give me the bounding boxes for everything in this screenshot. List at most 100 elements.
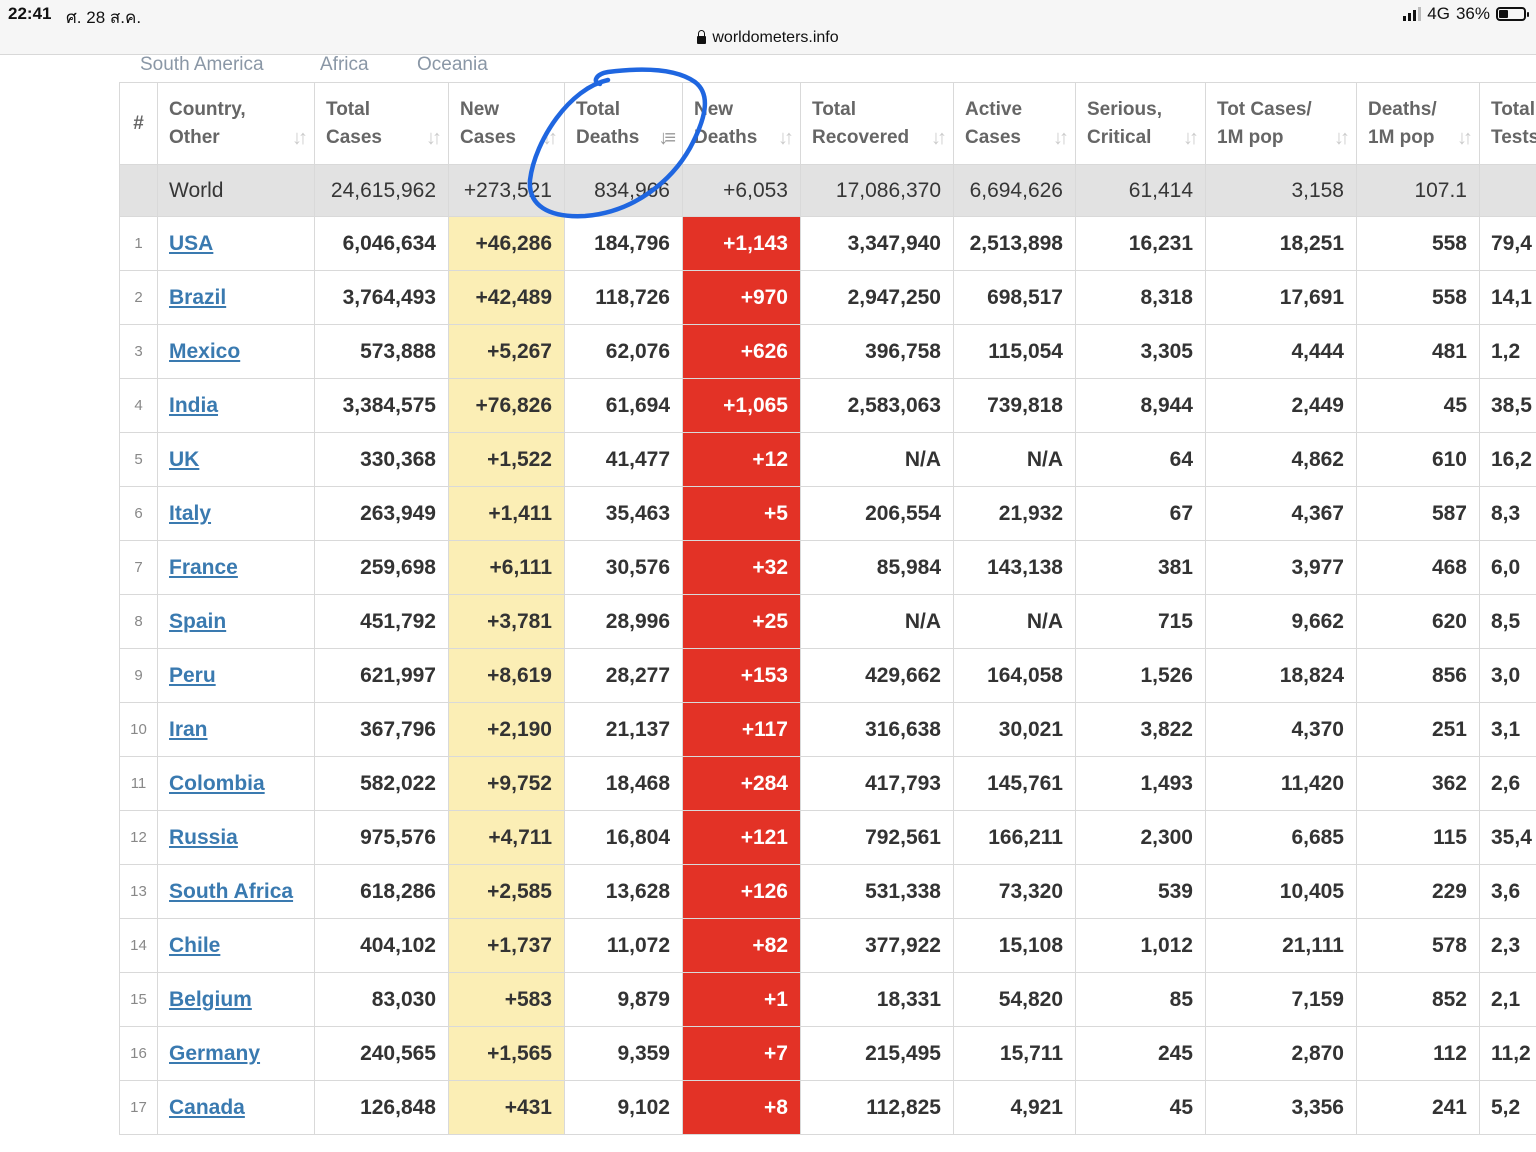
sort-icon[interactable]: ↓↑: [542, 124, 558, 152]
country-link[interactable]: Colombia: [169, 772, 265, 795]
deaths-1m-cell: 852: [1356, 972, 1480, 1027]
deaths-1m-cell: 620: [1356, 594, 1480, 649]
table-row: 14 Chile 404,102 +1,737 11,072 +82 377,922 15,1…: [119, 918, 1536, 973]
new-cases-cell: +1,411: [448, 486, 565, 541]
country-link[interactable]: Peru: [169, 664, 216, 687]
active-cases-cell: 145,761: [953, 756, 1076, 811]
total-deaths-cell: 62,076: [564, 324, 683, 379]
address-bar[interactable]: worldometers.info: [0, 28, 1536, 55]
deaths-1m-cell: 468: [1356, 540, 1480, 595]
header-tot-cases-1m[interactable]: Tot Cases/1M pop ↓↑: [1205, 82, 1357, 165]
country-link[interactable]: UK: [169, 448, 199, 471]
country-link[interactable]: Germany: [169, 1042, 260, 1065]
table-row: 15 Belgium 83,030 +583 9,879 +1 18,331 54,820 85…: [119, 972, 1536, 1027]
deaths-1m-cell: 856: [1356, 648, 1480, 703]
serious-cell: 245: [1075, 1026, 1206, 1081]
sort-icon[interactable]: ↓↑: [1183, 124, 1199, 152]
active-cases-cell: 73,320: [953, 864, 1076, 919]
url-display[interactable]: worldometers.info: [697, 28, 839, 47]
country-link[interactable]: Russia: [169, 826, 238, 849]
country-link[interactable]: South Africa: [169, 880, 293, 903]
header-total-tests[interactable]: Total Tests: [1479, 82, 1536, 165]
sort-desc-icon[interactable]: ↓≡: [658, 124, 676, 152]
status-date: ศ. 28 ส.ค.: [66, 8, 142, 27]
country-link[interactable]: Spain: [169, 610, 226, 633]
header-total-cases[interactable]: Total Cases ↓↑: [314, 82, 449, 165]
total-recovered-cell: 3,347,940: [800, 216, 954, 271]
header-country[interactable]: Country, Other ↓↑: [157, 82, 315, 165]
country-link[interactable]: Brazil: [169, 286, 226, 309]
world-total-tests: [1479, 164, 1536, 217]
header-new-cases[interactable]: New Cases ↓↑: [448, 82, 565, 165]
row-index: 13: [119, 864, 158, 919]
new-deaths-cell: +5: [682, 486, 801, 541]
world-total-recovered: 17,086,370: [800, 164, 954, 217]
total-cases-cell: 83,030: [314, 972, 449, 1027]
row-index: 16: [119, 1026, 158, 1081]
table-row: 12 Russia 975,576 +4,711 16,804 +121 792,561 16…: [119, 810, 1536, 865]
country-cell: Germany: [157, 1026, 315, 1081]
country-link[interactable]: Chile: [169, 934, 220, 957]
country-link[interactable]: USA: [169, 232, 213, 255]
total-recovered-cell: 792,561: [800, 810, 954, 865]
total-deaths-cell: 28,277: [564, 648, 683, 703]
header-deaths-1m[interactable]: Deaths/1M pop ↓↑: [1356, 82, 1480, 165]
country-cell: USA: [157, 216, 315, 271]
country-link[interactable]: Canada: [169, 1096, 245, 1119]
sort-icon[interactable]: ↓↑: [292, 124, 308, 152]
country-link[interactable]: Italy: [169, 502, 211, 525]
table-row: 5 UK 330,368 +1,522 41,477 +12 N/A N/A 64 4,862 61…: [119, 432, 1536, 487]
header-serious-critical[interactable]: Serious, Critical ↓↑: [1075, 82, 1206, 165]
country-cell: Iran: [157, 702, 315, 757]
total-recovered-cell: 531,338: [800, 864, 954, 919]
total-tests-cell: 3,1: [1479, 702, 1536, 757]
total-deaths-cell: 13,628: [564, 864, 683, 919]
header-new-deaths[interactable]: New Deaths ↓↑: [682, 82, 801, 165]
serious-cell: 539: [1075, 864, 1206, 919]
deaths-1m-cell: 558: [1356, 270, 1480, 325]
row-index: 9: [119, 648, 158, 703]
world-tot-cases-1m: 3,158: [1205, 164, 1357, 217]
sort-icon[interactable]: ↓↑: [1457, 124, 1473, 152]
total-recovered-cell: 206,554: [800, 486, 954, 541]
country-link[interactable]: Mexico: [169, 340, 240, 363]
total-cases-cell: 240,565: [314, 1026, 449, 1081]
row-index: 3: [119, 324, 158, 379]
country-cell: Russia: [157, 810, 315, 865]
serious-cell: 8,318: [1075, 270, 1206, 325]
serious-cell: 64: [1075, 432, 1206, 487]
header-total-deaths[interactable]: Total Deaths ↓≡: [564, 82, 683, 165]
row-index: 17: [119, 1080, 158, 1135]
sort-icon[interactable]: ↓↑: [778, 124, 794, 152]
country-link[interactable]: India: [169, 394, 218, 417]
header-row: # Country, Other ↓↑ Total Cases ↓↑ New Cases ↓…: [119, 82, 1536, 165]
new-deaths-cell: +25: [682, 594, 801, 649]
new-cases-cell: +1,565: [448, 1026, 565, 1081]
sort-icon[interactable]: ↓↑: [931, 124, 947, 152]
tab-oceania[interactable]: Oceania: [417, 54, 488, 76]
covid-table: # Country, Other ↓↑ Total Cases ↓↑ New Cases ↓…: [119, 82, 1536, 1135]
tab-africa[interactable]: Africa: [320, 54, 369, 76]
total-tests-cell: 35,4: [1479, 810, 1536, 865]
deaths-1m-cell: 558: [1356, 216, 1480, 271]
country-link[interactable]: Belgium: [169, 988, 252, 1011]
table-row: 13 South Africa 618,286 +2,585 13,628 +126 531…: [119, 864, 1536, 919]
sort-icon[interactable]: ↓↑: [426, 124, 442, 152]
network-type: 4G: [1427, 4, 1450, 23]
header-active-cases[interactable]: Active Cases ↓↑: [953, 82, 1076, 165]
sort-icon[interactable]: ↓↑: [1053, 124, 1069, 152]
total-deaths-cell: 11,072: [564, 918, 683, 973]
total-recovered-cell: 85,984: [800, 540, 954, 595]
header-total-recovered[interactable]: Total Recovered ↓↑: [800, 82, 954, 165]
status-time: 22:41: [8, 4, 52, 23]
country-link[interactable]: France: [169, 556, 238, 579]
country-link[interactable]: Iran: [169, 718, 208, 741]
tot-cases-1m-cell: 17,691: [1205, 270, 1357, 325]
table-row: 6 Italy 263,949 +1,411 35,463 +5 206,554 21,932…: [119, 486, 1536, 541]
total-recovered-cell: 112,825: [800, 1080, 954, 1135]
sort-icon[interactable]: ↓↑: [1334, 124, 1350, 152]
deaths-1m-cell: 229: [1356, 864, 1480, 919]
new-deaths-cell: +12: [682, 432, 801, 487]
tab-south-america[interactable]: South America: [140, 54, 264, 76]
battery-percent: 36%: [1455, 4, 1490, 23]
